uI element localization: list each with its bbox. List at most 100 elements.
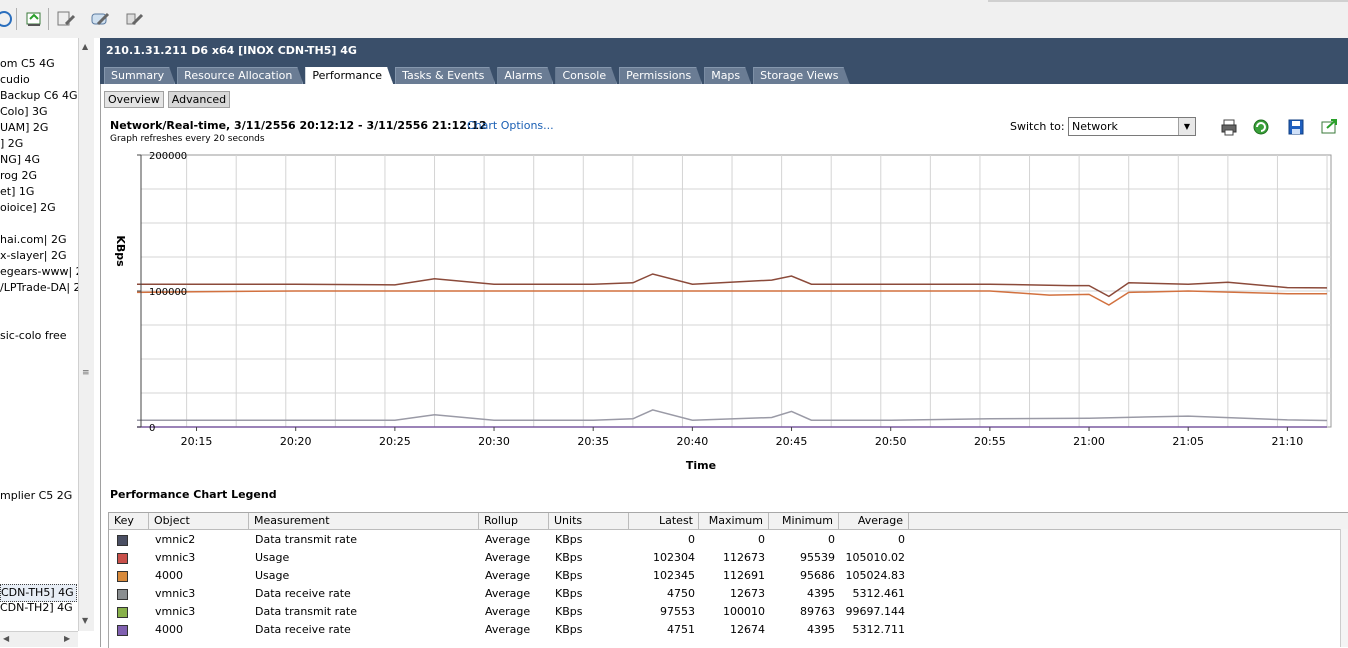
legend-color-swatch [117,571,128,582]
tree-item[interactable]: CDN-TH2] 4G [0,600,73,616]
tab-alarms[interactable]: Alarms [497,67,553,84]
print-icon[interactable] [1220,118,1238,136]
legend-cell-latest: 97553 [660,605,695,618]
x-tick-label: 20:20 [280,435,312,448]
y-tick-label: 200000 [149,151,187,162]
x-tick-label: 21:05 [1172,435,1204,448]
legend-cell-measurement: Data receive rate [255,587,351,600]
tree-item[interactable]: Backup C6 4G [0,88,78,104]
column-header-maximum[interactable]: Maximum [699,513,769,529]
column-header-average[interactable]: Average [839,513,909,529]
column-header-object[interactable]: Object [149,513,249,529]
x-tick-label: 20:50 [875,435,907,448]
tree-item[interactable]: hai.com| 2G [0,232,66,248]
tree-item[interactable]: UAM] 2G [0,120,48,136]
legend-cell-maximum: 100010 [723,605,765,618]
legend-cell-maximum: 12674 [730,623,765,636]
legend-cell-latest: 4750 [667,587,695,600]
tree-item[interactable]: mplier C5 2G [0,488,72,504]
tree-item[interactable]: Colo] 3G [0,104,48,120]
legend-cell-rollup: Average [485,587,531,600]
legend-cell-rollup: Average [485,605,531,618]
legend-cell-object: vmnic3 [155,551,196,564]
tab-performance[interactable]: Performance [305,67,393,84]
chart-title: Network/Real-time, 3/11/2556 20:12:12 - … [110,119,487,132]
tab-permissions[interactable]: Permissions [619,67,702,84]
legend-cell-units: KBps [555,587,583,600]
legend-row[interactable]: 4000 Data receive rate Average KBps 4751 1267… [109,621,1345,639]
chart-options-link[interactable]: Chart Options... [467,119,554,132]
refresh-chart-icon[interactable] [1252,118,1270,136]
tab-console[interactable]: Console [555,67,617,84]
legend-cell-object: vmnic3 [155,605,196,618]
tab-tasks-events[interactable]: Tasks & Events [395,67,495,84]
tree-item[interactable]: om C5 4G [0,56,55,72]
tree-item[interactable]: ] 2G [0,136,23,152]
switch-to-dropdown[interactable]: Network ▼ [1068,117,1196,136]
legend-scrollbar[interactable] [1340,529,1348,647]
switch-to-value: Network [1072,120,1118,133]
legend-row[interactable]: 4000 Usage Average KBps 102345 112691 95686 105… [109,567,1345,585]
column-header-units[interactable]: Units [549,513,629,529]
column-header-key[interactable]: Key [109,513,149,529]
legend-header-row: Key Object Measurement Rollup Units Late… [109,513,1348,530]
popout-chart-icon[interactable] [1320,118,1338,136]
x-axis-label: Time [686,459,716,472]
tree-vertical-scrollbar[interactable]: ▲ ≡ ▼ [78,38,94,631]
refresh-icon[interactable] [0,9,14,29]
tree-horizontal-scrollbar[interactable]: ◀ ▶ [0,631,78,647]
edit-settings-icon[interactable] [56,9,76,29]
legend-cell-maximum: 112673 [723,551,765,564]
network-performance-chart: 200000 100000 0 20:15 20:20 20:25 20:30 20:35 20… [114,151,1332,472]
column-header-measurement[interactable]: Measurement [249,513,479,529]
subtab-advanced[interactable]: Advanced [167,91,231,108]
tree-item[interactable]: egears-www| 2( [0,264,87,280]
console-icon[interactable] [90,9,110,29]
y-tick-label: 0 [149,423,155,434]
tree-item[interactable]: et] 1G [0,184,34,200]
legend-cell-average: 5312.711 [852,623,906,636]
tab-storage-views[interactable]: Storage Views [753,67,849,84]
legend-cell-minimum: 4395 [807,587,835,600]
legend-row[interactable]: vmnic3 Data receive rate Average KBps 4750 12… [109,585,1345,603]
x-tick-label: 20:45 [776,435,808,448]
performance-legend-table: Key Object Measurement Rollup Units Late… [108,512,1348,648]
tools-icon[interactable] [124,9,144,29]
x-tick-label: 20:30 [478,435,510,448]
legend-row[interactable]: vmnic3 Data transmit rate Average KBps 97553… [109,603,1345,621]
chevron-down-icon[interactable]: ▼ [1178,118,1195,135]
scroll-down-arrow-icon[interactable]: ▼ [82,616,88,625]
subtab-overview[interactable]: Overview [104,91,164,108]
legend-title: Performance Chart Legend [110,488,277,501]
save-icon[interactable] [1287,118,1305,136]
legend-color-swatch [117,625,128,636]
legend-row[interactable]: vmnic3 Usage Average KBps 102304 112673 95539 1… [109,549,1345,567]
tab-summary[interactable]: Summary [104,67,175,84]
tree-item[interactable]: NG] 4G [0,152,40,168]
y-axis-label: KBps [114,235,127,267]
tab-resource-allocation[interactable]: Resource Allocation [177,67,303,84]
legend-cell-average: 105010.02 [845,551,906,564]
scroll-up-arrow-icon[interactable]: ▲ [82,42,88,51]
tab-maps[interactable]: Maps [704,67,751,84]
column-header-latest[interactable]: Latest [629,513,699,529]
column-header-minimum[interactable]: Minimum [769,513,839,529]
column-header-rollup[interactable]: Rollup [479,513,549,529]
performance-subtabs: Overview Advanced [104,91,234,108]
legend-row[interactable]: vmnic2 Data transmit rate Average KBps 0 0 0 0 [109,531,1345,549]
tree-item[interactable]: oioice] 2G [0,200,56,216]
tree-item[interactable]: cudio [0,72,30,88]
scroll-grip-icon[interactable]: ≡ [82,368,90,378]
scroll-left-arrow-icon[interactable]: ◀ [3,634,9,643]
legend-cell-average: 99697.144 [845,605,906,618]
legend-cell-latest: 4751 [667,623,695,636]
tree-item[interactable]: sic-colo free [0,328,67,344]
toolbar-separator [16,8,17,30]
tree-item[interactable]: /LPTrade-DA| 2 [0,280,81,296]
tree-item[interactable]: x-slayer| 2G [0,248,67,264]
scroll-right-arrow-icon[interactable]: ▶ [64,634,70,643]
inventory-tree[interactable]: om C5 4G cudio Backup C6 4G Colo] 3G UAM… [0,38,101,647]
export-icon[interactable] [24,9,44,29]
tab-strip: Summary Resource Allocation Performance … [104,67,852,84]
tree-item[interactable]: rog 2G [0,168,37,184]
